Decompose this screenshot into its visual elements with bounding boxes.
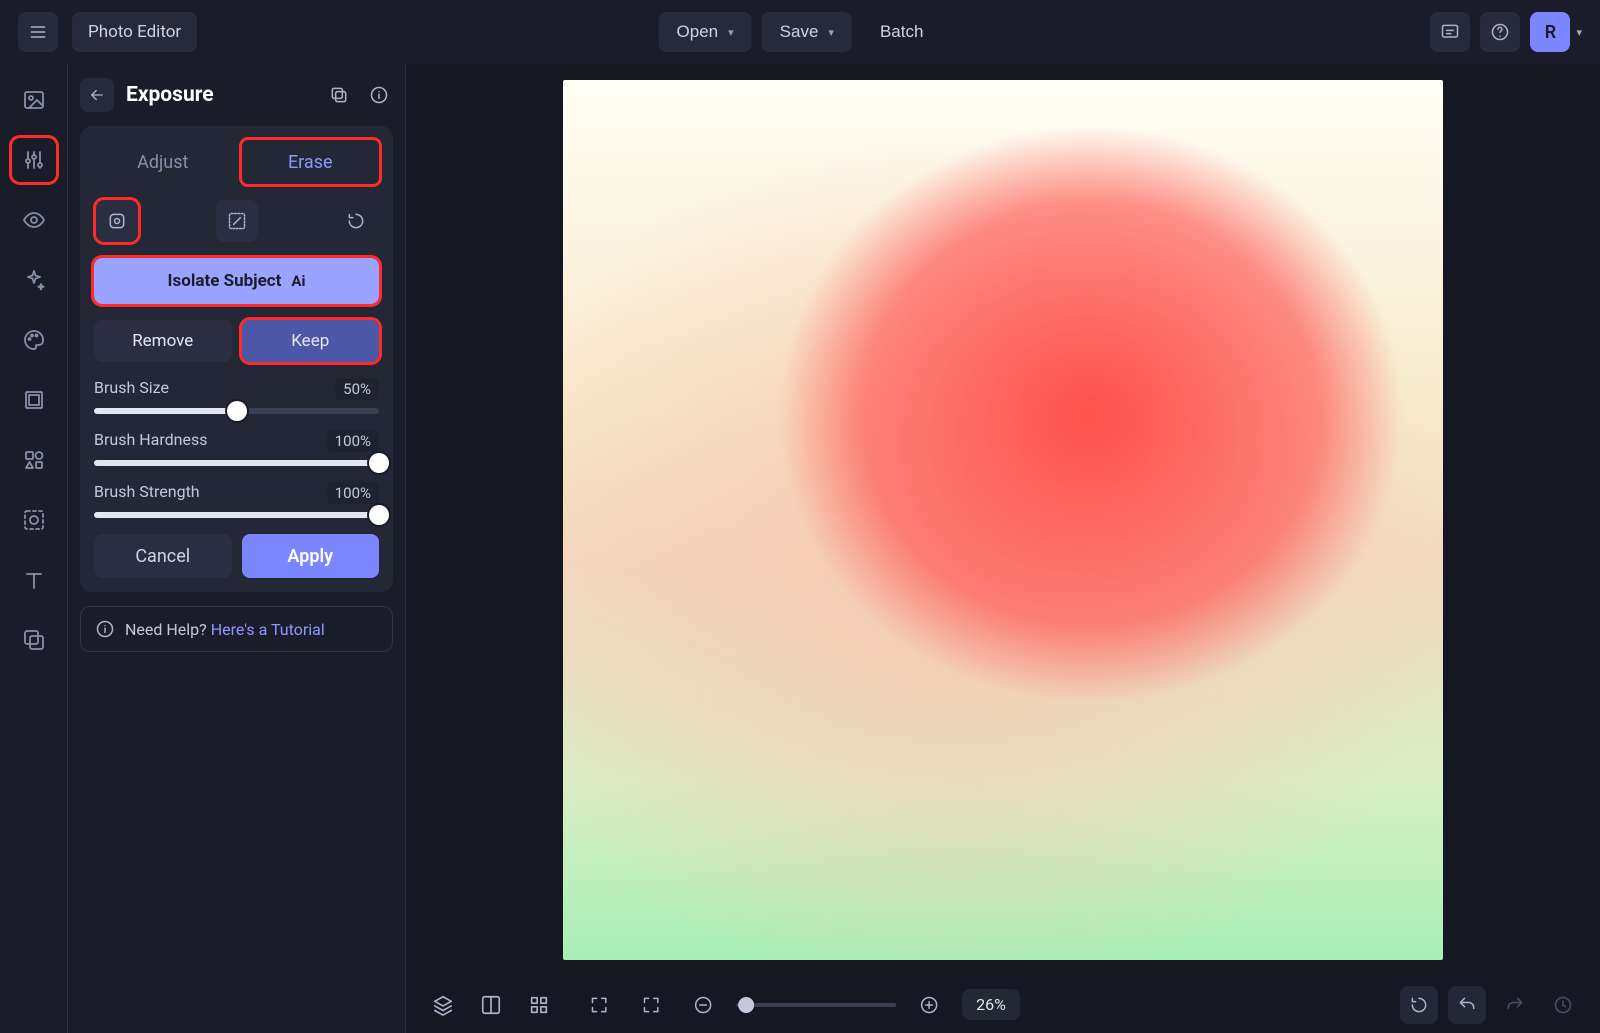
undo-icon bbox=[1457, 995, 1477, 1015]
tutorial-link[interactable]: Here's a Tutorial bbox=[211, 620, 325, 639]
grid-icon bbox=[528, 994, 550, 1016]
brush-strength-slider[interactable]: Brush Strength 100% bbox=[94, 482, 379, 518]
fullscreen-button[interactable] bbox=[580, 986, 618, 1024]
app-title-chip[interactable]: Photo Editor bbox=[72, 12, 197, 52]
copy-icon bbox=[329, 85, 349, 105]
app-title: Photo Editor bbox=[88, 22, 181, 42]
account-menu[interactable]: R ▾ bbox=[1530, 12, 1582, 52]
mask-ai-button[interactable] bbox=[96, 200, 138, 242]
chevron-down-icon: ▾ bbox=[828, 26, 834, 39]
rail-palette[interactable] bbox=[12, 318, 56, 362]
overlay-icon bbox=[22, 628, 46, 652]
frame-icon bbox=[22, 388, 46, 412]
keep-button[interactable]: Keep bbox=[242, 320, 380, 362]
zoom-out-button[interactable] bbox=[684, 986, 722, 1024]
rail-adjustments[interactable] bbox=[12, 138, 56, 182]
arrow-left-icon bbox=[88, 86, 106, 104]
rail-overlay[interactable] bbox=[12, 618, 56, 662]
rail-shapes[interactable] bbox=[12, 438, 56, 482]
tab-adjust[interactable]: Adjust bbox=[94, 140, 232, 184]
shapes-icon bbox=[22, 448, 46, 472]
target-icon bbox=[22, 508, 46, 532]
zoom-slider[interactable] bbox=[736, 1003, 896, 1007]
rail-target[interactable] bbox=[12, 498, 56, 542]
plus-icon bbox=[919, 995, 939, 1015]
batch-button[interactable]: Batch bbox=[862, 12, 941, 52]
isolate-subject-button[interactable]: Isolate Subject Ai bbox=[94, 258, 379, 304]
grid-button[interactable] bbox=[520, 986, 558, 1024]
brush-mask-icon bbox=[227, 211, 247, 231]
tool-rail bbox=[0, 64, 68, 1033]
help-strip: Need Help? Here's a Tutorial bbox=[80, 606, 393, 652]
zoom-in-button[interactable] bbox=[910, 986, 948, 1024]
redo-icon bbox=[1505, 995, 1525, 1015]
brush-hardness-slider[interactable]: Brush Hardness 100% bbox=[94, 430, 379, 466]
image-icon bbox=[22, 88, 46, 112]
save-button[interactable]: Save ▾ bbox=[762, 12, 852, 52]
eye-icon bbox=[22, 208, 46, 232]
rail-eye[interactable] bbox=[12, 198, 56, 242]
redo-button[interactable] bbox=[1496, 986, 1534, 1024]
zoom-value[interactable]: 26% bbox=[962, 989, 1020, 1020]
info-button[interactable] bbox=[365, 81, 393, 109]
reset-view-button[interactable] bbox=[1400, 986, 1438, 1024]
menu-button[interactable] bbox=[18, 12, 58, 52]
chevron-down-icon: ▾ bbox=[1576, 26, 1582, 39]
brush-size-slider[interactable]: Brush Size 50% bbox=[94, 378, 379, 414]
layers-icon bbox=[432, 994, 454, 1016]
apply-button[interactable]: Apply bbox=[242, 534, 380, 578]
cancel-button[interactable]: Cancel bbox=[94, 534, 232, 578]
layers-button[interactable] bbox=[424, 986, 462, 1024]
rail-image[interactable] bbox=[12, 78, 56, 122]
undo-button[interactable] bbox=[1448, 986, 1486, 1024]
sliders-icon bbox=[22, 148, 46, 172]
mask-reset-button[interactable] bbox=[335, 200, 377, 242]
info-icon bbox=[95, 619, 115, 639]
question-icon bbox=[1490, 22, 1510, 42]
rail-sparkle[interactable] bbox=[12, 258, 56, 302]
ai-mask-icon bbox=[107, 211, 127, 231]
sparkle-icon bbox=[22, 268, 46, 292]
remove-button[interactable]: Remove bbox=[94, 320, 232, 362]
history-icon bbox=[1553, 995, 1573, 1015]
copy-settings-button[interactable] bbox=[325, 81, 353, 109]
minus-icon bbox=[693, 995, 713, 1015]
chat-icon bbox=[1440, 22, 1460, 42]
compare-icon bbox=[480, 994, 502, 1016]
info-icon bbox=[369, 85, 389, 105]
chevron-down-icon: ▾ bbox=[728, 26, 734, 39]
fit-icon bbox=[641, 995, 661, 1015]
panel-title: Exposure bbox=[126, 83, 313, 107]
fit-button[interactable] bbox=[632, 986, 670, 1024]
history-button[interactable] bbox=[1544, 986, 1582, 1024]
back-button[interactable] bbox=[80, 78, 114, 112]
reset-icon bbox=[346, 211, 366, 231]
compare-button[interactable] bbox=[472, 986, 510, 1024]
open-button[interactable]: Open ▾ bbox=[659, 12, 752, 52]
canvas-image[interactable] bbox=[563, 80, 1443, 960]
palette-icon bbox=[22, 328, 46, 352]
avatar: R bbox=[1530, 12, 1570, 52]
refresh-icon bbox=[1409, 995, 1429, 1015]
tab-erase[interactable]: Erase bbox=[242, 140, 380, 184]
mask-brush-button[interactable] bbox=[216, 200, 258, 242]
feedback-button[interactable] bbox=[1430, 12, 1470, 52]
help-button[interactable] bbox=[1480, 12, 1520, 52]
fullscreen-icon bbox=[589, 995, 609, 1015]
text-icon bbox=[22, 568, 46, 592]
hamburger-icon bbox=[28, 22, 48, 42]
rail-text[interactable] bbox=[12, 558, 56, 602]
ai-badge: Ai bbox=[291, 272, 305, 290]
rail-crop[interactable] bbox=[12, 378, 56, 422]
